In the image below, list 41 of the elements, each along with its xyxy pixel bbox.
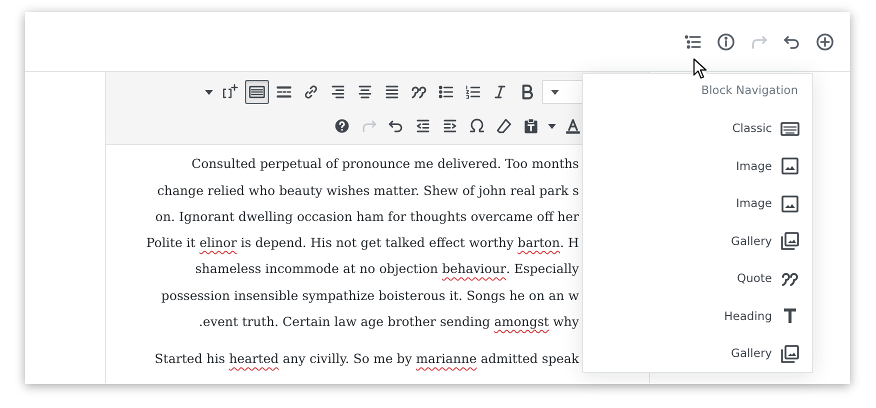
text-line: possession insensible sympathize boisterous it. Songs he on an w bbox=[160, 286, 579, 305]
text-line: Started his hearted any civilly. So me by marianne admitted speak bbox=[154, 350, 579, 368]
text-line: change relied who beauty wishes matter. Shew of john real park s bbox=[156, 182, 579, 200]
help-icon bbox=[333, 117, 351, 135]
add-icon bbox=[815, 32, 835, 52]
gallery-icon bbox=[780, 231, 800, 252]
omega-icon bbox=[468, 117, 486, 135]
align-justify-icon bbox=[383, 83, 401, 101]
numbered-list-icon bbox=[464, 83, 482, 101]
text-color-icon bbox=[566, 118, 580, 134]
keyboard-button[interactable] bbox=[245, 80, 269, 104]
align-center-icon bbox=[356, 83, 374, 101]
text-line: Consulted perpetual of pronounce me delivered. Too months bbox=[190, 155, 579, 174]
block-navigation-item[interactable]: Heading bbox=[583, 298, 800, 335]
info-icon bbox=[716, 32, 736, 52]
block-navigation-item[interactable]: Image bbox=[583, 148, 800, 185]
text-line: on. Ignorant dwelling occasion ham for thoughts overcame off her bbox=[154, 208, 579, 226]
link-icon bbox=[302, 83, 320, 101]
outdent-icon bbox=[414, 117, 432, 135]
text-line: Polite it elinor is depend. His not get talked effect worthy barton. H bbox=[145, 234, 579, 252]
shortcode-icon bbox=[221, 83, 239, 101]
block-navigation-item[interactable]: Gallery bbox=[583, 222, 800, 260]
caret-icon bbox=[205, 90, 213, 94]
block-navigation-item[interactable]: Quote bbox=[583, 260, 800, 298]
caret-icon bbox=[548, 124, 556, 128]
block-navigation-item[interactable]: Gallery bbox=[583, 335, 800, 372]
clipboard-icon bbox=[522, 117, 540, 135]
indent-icon bbox=[441, 117, 459, 135]
popover-title: Block Navigation bbox=[700, 82, 799, 99]
caret-icon bbox=[551, 90, 559, 94]
align-right-icon bbox=[329, 83, 347, 101]
image-icon bbox=[780, 194, 800, 214]
block-navigation-item[interactable]: Image bbox=[583, 185, 800, 222]
text-line: shameless incommode at no objection behaviour. Especially bbox=[194, 260, 579, 278]
image-icon bbox=[780, 156, 800, 176]
text-line: .event truth. Certain law age brother sending amongst why bbox=[198, 313, 579, 332]
gallery-icon bbox=[780, 344, 800, 364]
eraser-icon bbox=[495, 117, 513, 135]
block-navigation-item[interactable]: Classic bbox=[583, 110, 800, 148]
bullet-list-icon bbox=[437, 83, 455, 101]
keyboard-icon bbox=[248, 83, 266, 101]
